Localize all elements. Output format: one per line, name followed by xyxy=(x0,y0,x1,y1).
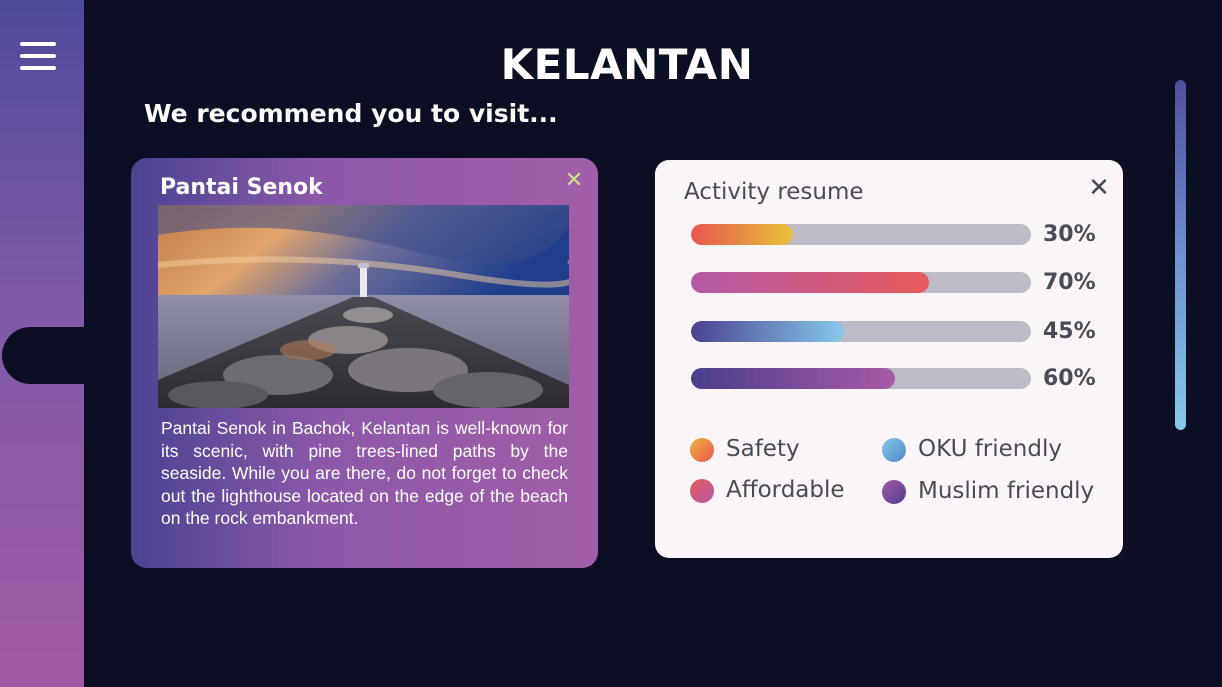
progress-fill xyxy=(691,368,895,389)
progress-percent: 70% xyxy=(1043,270,1096,295)
activity-card: Activity resume ✕ 30% 70% 45% 60% Safety… xyxy=(655,160,1123,558)
progress-track xyxy=(691,321,1031,342)
activity-bar-row: 45% xyxy=(691,319,1101,344)
hamburger-menu-icon[interactable] xyxy=(20,42,56,70)
page-title: KELANTAN xyxy=(500,40,754,89)
progress-track xyxy=(691,368,1031,389)
progress-percent: 30% xyxy=(1043,222,1096,247)
activity-bar-row: 70% xyxy=(691,270,1101,295)
legend-dot xyxy=(882,438,906,462)
legend-dot xyxy=(690,438,714,462)
legend-label: Muslim friendly xyxy=(918,478,1095,504)
legend-dot xyxy=(690,479,714,503)
scrollbar[interactable] xyxy=(1175,80,1186,430)
close-icon[interactable]: ✕ xyxy=(1087,175,1111,201)
progress-fill xyxy=(691,224,793,245)
progress-fill xyxy=(691,272,929,293)
activity-bar-row: 30% xyxy=(691,222,1101,247)
place-photo xyxy=(158,205,569,408)
legend-label: Affordable xyxy=(726,477,845,503)
place-name: Pantai Senok xyxy=(160,175,323,200)
legend-label: OKU friendly xyxy=(918,436,1062,462)
activity-bar-row: 60% xyxy=(691,366,1101,391)
place-card: Pantai Senok ✕ Pantai Senok in Bachok, K… xyxy=(131,158,598,568)
legend-label: Safety xyxy=(726,436,800,462)
menu-line xyxy=(20,42,56,46)
sidebar-active-tab[interactable] xyxy=(2,327,86,384)
page-subtitle: We recommend you to visit... xyxy=(144,99,558,128)
menu-line xyxy=(20,66,56,70)
menu-line xyxy=(20,54,56,58)
place-description: Pantai Senok in Bachok, Kelantan is well… xyxy=(161,418,568,528)
progress-percent: 60% xyxy=(1043,366,1096,391)
progress-track xyxy=(691,224,1031,245)
close-icon[interactable]: ✕ xyxy=(563,170,585,192)
activity-title: Activity resume xyxy=(684,179,864,205)
progress-track xyxy=(691,272,1031,293)
legend-dot xyxy=(882,480,906,504)
progress-percent: 45% xyxy=(1043,319,1096,344)
progress-fill xyxy=(691,321,844,342)
